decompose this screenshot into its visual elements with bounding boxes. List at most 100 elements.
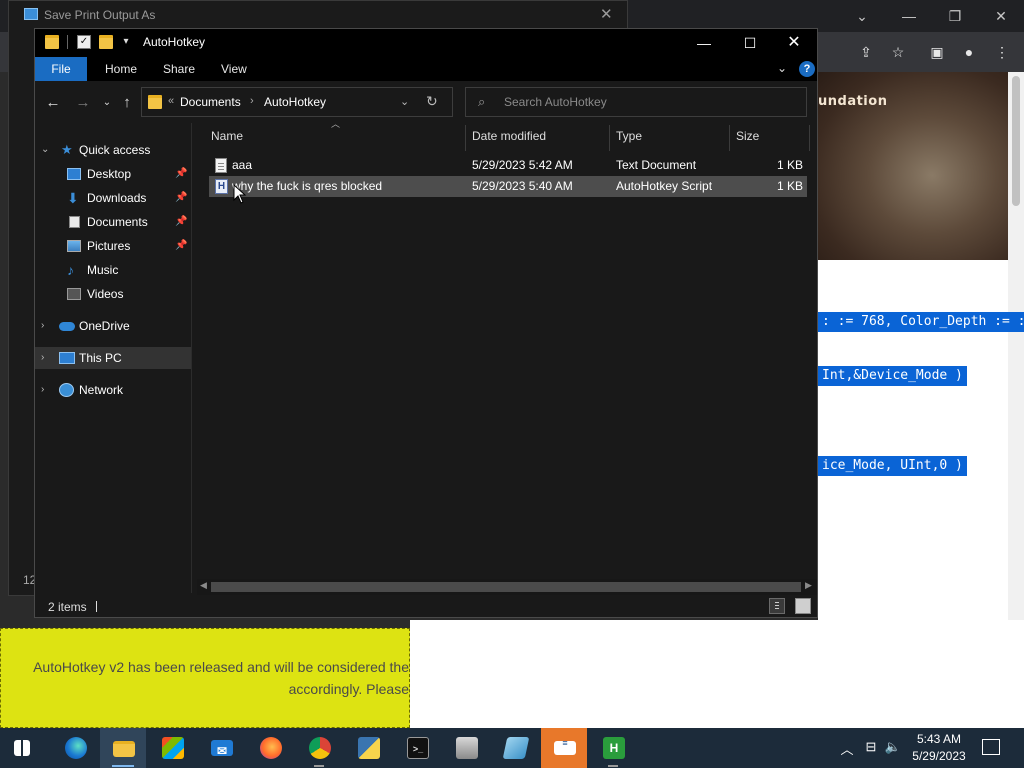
clock[interactable]: 5:43 AM 5/29/2023 [904,731,974,765]
taskbar-firefox[interactable] [247,728,293,768]
show-hidden-icons-chevron-icon[interactable]: ︿ [838,739,856,758]
maximize-button[interactable]: ☐ [727,29,773,57]
nav-label: Videos [87,287,124,301]
minimize-button[interactable]: — [681,29,727,57]
nav-videos[interactable]: Videos [35,283,191,305]
up-arrow-icon[interactable]: ↑ [117,93,137,113]
breadcrumb-autohotkey[interactable]: AutoHotkey [264,95,326,109]
back-arrow-icon[interactable]: ← [43,93,63,113]
taskbar-ahk[interactable]: H [590,728,636,768]
tab-view[interactable]: View [211,57,257,81]
column-header-name[interactable]: Name [211,123,243,149]
nav-label: Pictures [87,239,131,253]
taskbar-app-a[interactable] [443,728,489,768]
nav-label: OneDrive [79,319,130,333]
tab-home[interactable]: Home [95,57,147,81]
column-divider[interactable] [729,125,730,151]
nav-label: Downloads [87,191,147,205]
column-divider[interactable] [809,125,810,151]
column-header-date[interactable]: Date modified [472,123,546,149]
close-button[interactable]: ✕ [771,29,817,57]
browser-restore-button[interactable]: ❐ [943,6,967,26]
bookmark-star-icon[interactable]: ☆ [888,42,908,62]
collapse-chevron-icon[interactable]: ⌄ [41,139,51,161]
start-button[interactable] [0,728,46,768]
address-overflow[interactable]: « [168,95,174,107]
browser-menu-icon[interactable]: ⋮ [992,42,1012,62]
browser-scrollbar-thumb[interactable] [1012,76,1020,206]
help-icon[interactable]: ? [799,61,815,77]
file-row[interactable]: aaa 5/29/2023 5:42 AM Text Document 1 KB [209,155,807,176]
taskbar-store[interactable] [149,728,195,768]
nav-this-pc[interactable]: › This PC [35,347,191,369]
pane-splitter[interactable] [191,123,192,593]
text-file-icon [215,158,227,173]
share-icon[interactable]: ⇪ [856,42,876,62]
search-box[interactable]: ⌕ [465,87,807,117]
address-dropdown-icon[interactable]: ⌄ [400,95,409,108]
browser-tab-search-icon[interactable]: ⌄ [850,6,874,26]
browser-minimize-button[interactable]: — [897,6,921,26]
search-input[interactable] [504,93,794,111]
breadcrumb-separator-icon[interactable]: › [250,95,254,107]
file-name: why the fuck is qres blocked [232,179,383,193]
column-header-type[interactable]: Type [616,123,642,149]
taskbar-file-explorer[interactable] [100,728,146,768]
file-row-selected[interactable]: H why the fuck is qres blocked 5/29/2023… [209,176,807,197]
code-line: : := 768, Color_Depth := : [818,312,1024,332]
expand-chevron-icon[interactable]: › [41,315,51,337]
sort-ascending-icon: ︿ [331,119,341,129]
scroll-right-icon[interactable]: ▶ [805,580,812,591]
taskbar-terminal[interactable]: >_ [394,728,440,768]
nav-label: Quick access [79,143,151,157]
nav-music[interactable]: ♪ Music [35,259,191,281]
taskbar-notes[interactable]: ≡ [541,728,587,768]
expand-chevron-icon[interactable]: › [41,379,51,401]
file-date: 5/29/2023 5:42 AM [472,158,573,172]
nav-network[interactable]: › Network [35,379,191,401]
document-icon [69,216,80,228]
new-folder-icon[interactable] [99,35,113,49]
expand-chevron-icon[interactable]: › [41,347,51,369]
tab-share[interactable]: Share [153,57,205,81]
horizontal-scrollbar-thumb[interactable] [211,582,801,592]
nav-pictures[interactable]: Pictures 📌 [35,235,191,257]
taskbar-python[interactable] [345,728,391,768]
forward-arrow-icon[interactable]: → [73,93,93,113]
nav-quick-access[interactable]: ⌄ ★ Quick access [35,139,191,161]
browser-close-button[interactable]: ✕ [989,6,1013,26]
network-icon[interactable]: ⊟ [862,739,880,755]
pin-icon: 📌 [175,192,188,203]
horizontal-scrollbar[interactable]: ◀ ▶ [197,579,817,595]
column-divider[interactable] [465,125,466,151]
details-view-icon[interactable] [769,598,785,614]
nav-onedrive[interactable]: › OneDrive [35,315,191,337]
recent-locations-chevron-icon[interactable]: ⌄ [97,93,117,113]
refresh-icon[interactable]: ↻ [426,93,438,110]
nav-desktop[interactable]: Desktop 📌 [35,163,191,185]
address-row: ← → ⌄ ↑ « Documents › AutoHotkey ⌄ ↻ ⌕ [35,81,817,123]
breadcrumb-documents[interactable]: Documents [180,95,241,109]
status-divider [96,601,97,612]
address-bar[interactable]: « Documents › AutoHotkey ⌄ ↻ [141,87,453,117]
properties-icon[interactable]: ✓ [77,35,91,49]
print-dialog-close-button[interactable]: ✕ [600,5,613,23]
scroll-left-icon[interactable]: ◀ [200,580,207,591]
expand-ribbon-icon[interactable]: ⌄ [777,61,787,75]
large-icons-view-icon[interactable] [795,598,811,614]
taskbar-mail[interactable]: ✉ [198,728,244,768]
notification-center-icon[interactable] [982,739,1000,755]
tab-file[interactable]: File [35,57,87,81]
nav-downloads[interactable]: ⬇ Downloads 📌 [35,187,191,209]
nav-documents[interactable]: Documents 📌 [35,211,191,233]
profile-icon[interactable]: ● [959,42,979,62]
sidepanel-icon[interactable]: ▣ [927,42,947,62]
volume-muted-icon[interactable]: 🔈 [884,739,902,755]
taskbar-chrome[interactable] [296,728,342,768]
customize-qat-icon[interactable]: ▾ [119,35,133,49]
column-header-size[interactable]: Size [736,123,759,149]
taskbar-edge[interactable] [52,728,98,768]
taskbar-app-b[interactable] [492,728,538,768]
column-divider[interactable] [609,125,610,151]
firefox-icon [260,737,282,759]
